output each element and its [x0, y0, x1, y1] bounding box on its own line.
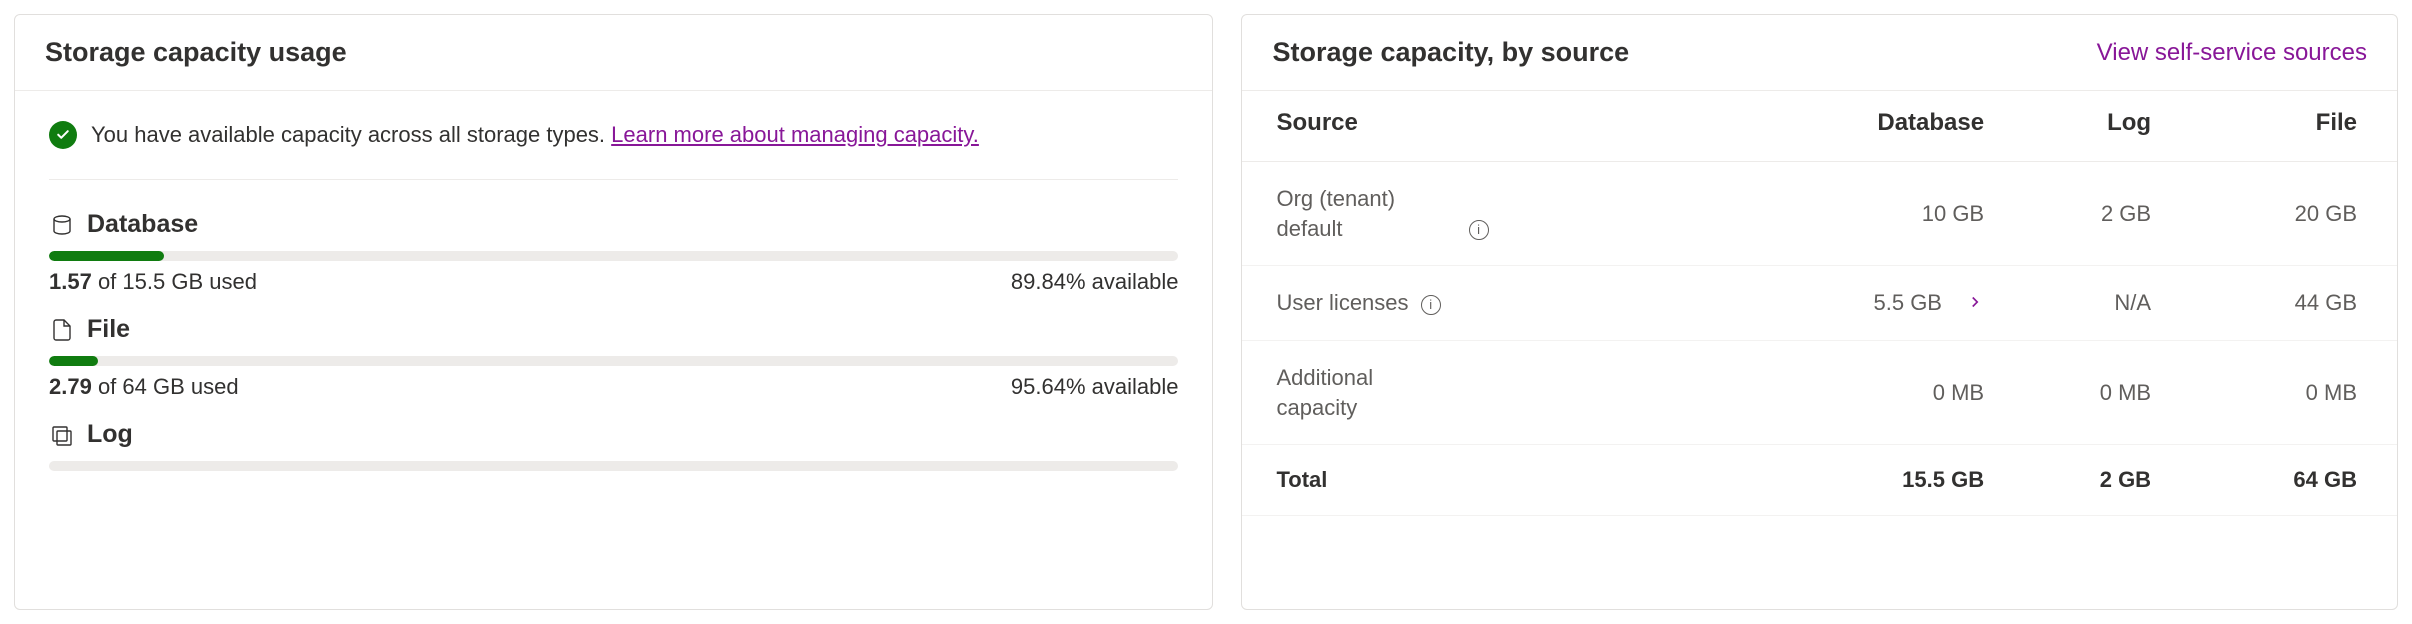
file-cell: 44 GB	[2171, 266, 2397, 341]
table-row-total: Total 15.5 GB 2 GB 64 GB	[1242, 445, 2397, 516]
database-cell: 15.5 GB	[1729, 445, 2004, 516]
usage-label: Database	[87, 210, 198, 239]
log-cell: 0 MB	[2004, 341, 2171, 445]
progress-bar-database	[49, 251, 1178, 261]
usage-item-log: Log	[49, 420, 1178, 471]
storage-by-source-title: Storage capacity, by source	[1272, 37, 1629, 68]
view-self-service-link[interactable]: View self-service sources	[2097, 39, 2367, 67]
usage-item-title: Log	[49, 420, 1178, 449]
col-log: Log	[2004, 91, 2171, 162]
table-row: Additional capacity 0 MB 0 MB 0 MB	[1242, 341, 2397, 445]
progress-bar-file	[49, 356, 1178, 366]
storage-usage-header: Storage capacity usage	[15, 15, 1212, 91]
info-icon[interactable]: i	[1469, 220, 1489, 240]
storage-by-source-card: Storage capacity, by source View self-se…	[1241, 14, 2398, 610]
usage-used-text: 1.57 of 15.5 GB used	[49, 269, 257, 295]
progress-fill	[49, 356, 98, 366]
status-text: You have available capacity across all s…	[91, 122, 979, 148]
col-source: Source	[1242, 91, 1728, 162]
usage-label: File	[87, 315, 130, 344]
usage-used-text: 2.79 of 64 GB used	[49, 374, 239, 400]
log-icon	[49, 422, 75, 448]
usage-stats: 2.79 of 64 GB used 95.64% available	[49, 374, 1178, 400]
usage-item-file: File 2.79 of 64 GB used 95.64% available	[49, 315, 1178, 400]
table-row: User licenses i 5.5 GB N/A 44 GB	[1242, 266, 2397, 341]
database-cell: 10 GB	[1729, 162, 2004, 266]
status-row: You have available capacity across all s…	[49, 121, 1178, 180]
source-table-body: Org (tenant) default i 10 GB 2 GB 20 GB …	[1242, 162, 2397, 516]
file-cell: 0 MB	[2171, 341, 2397, 445]
file-cell: 64 GB	[2171, 445, 2397, 516]
progress-fill	[49, 251, 164, 261]
database-icon	[49, 212, 75, 238]
file-icon	[49, 317, 75, 343]
usage-stats: 1.57 of 15.5 GB used 89.84% available	[49, 269, 1178, 295]
log-cell: N/A	[2004, 266, 2171, 341]
storage-usage-body: You have available capacity across all s…	[15, 91, 1212, 501]
storage-usage-card: Storage capacity usage You have availabl…	[14, 14, 1213, 610]
usage-available-text: 89.84% available	[1011, 269, 1179, 295]
source-table: Source Database Log File Org (tenant) de…	[1242, 91, 2397, 516]
log-cell: 2 GB	[2004, 445, 2171, 516]
progress-bar-log	[49, 461, 1178, 471]
usage-label: Log	[87, 420, 133, 449]
storage-by-source-header: Storage capacity, by source View self-se…	[1242, 15, 2397, 91]
col-database: Database	[1729, 91, 2004, 162]
chevron-right-icon[interactable]	[1966, 291, 1984, 317]
usage-item-database: Database 1.57 of 15.5 GB used 89.84% ava…	[49, 210, 1178, 295]
file-cell: 20 GB	[2171, 162, 2397, 266]
source-cell: User licenses i	[1242, 266, 1728, 341]
table-header-row: Source Database Log File	[1242, 91, 2397, 162]
storage-usage-title: Storage capacity usage	[45, 37, 347, 68]
source-cell: Additional capacity	[1242, 341, 1728, 445]
success-check-icon	[49, 121, 77, 149]
source-cell: Org (tenant) default i	[1242, 162, 1728, 266]
database-cell: 0 MB	[1729, 341, 2004, 445]
database-cell: 5.5 GB	[1729, 266, 2004, 341]
source-cell: Total	[1242, 445, 1728, 516]
log-cell: 2 GB	[2004, 162, 2171, 266]
usage-available-text: 95.64% available	[1011, 374, 1179, 400]
status-message: You have available capacity across all s…	[91, 122, 605, 147]
info-icon[interactable]: i	[1421, 295, 1441, 315]
col-file: File	[2171, 91, 2397, 162]
learn-more-link[interactable]: Learn more about managing capacity.	[611, 122, 979, 147]
usage-item-title: File	[49, 315, 1178, 344]
usage-item-title: Database	[49, 210, 1178, 239]
table-row: Org (tenant) default i 10 GB 2 GB 20 GB	[1242, 162, 2397, 266]
